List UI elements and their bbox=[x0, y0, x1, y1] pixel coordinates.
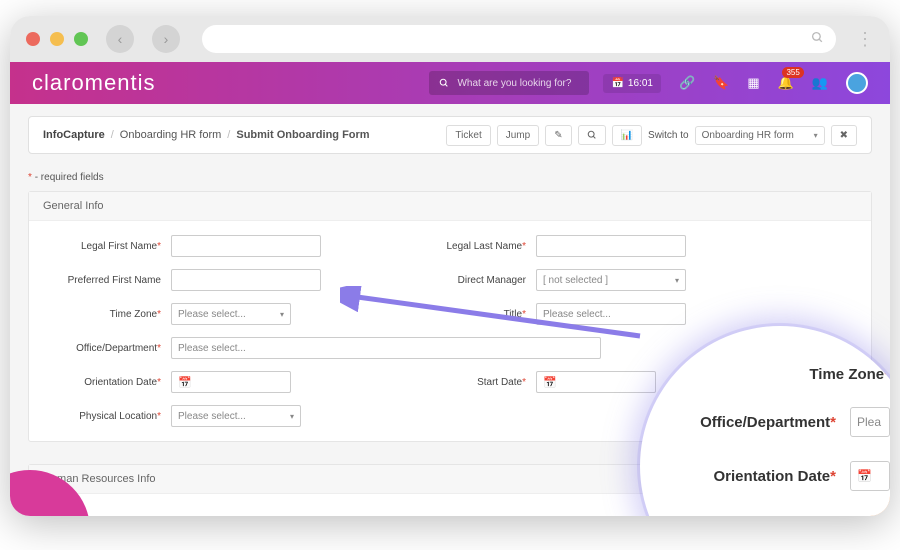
calendar-icon: 📅 bbox=[178, 376, 192, 389]
physical-select[interactable]: Please select...▾ bbox=[171, 405, 301, 427]
search-button[interactable] bbox=[578, 125, 606, 145]
breadcrumb-mid[interactable]: Onboarding HR form bbox=[120, 129, 222, 141]
edit-button[interactable]: ✎ bbox=[545, 125, 571, 146]
annotation-arrow bbox=[340, 286, 650, 346]
breadcrumb-root[interactable]: InfoCapture bbox=[43, 129, 105, 141]
pref-first-label: Preferred First Name bbox=[47, 275, 161, 286]
app-topbar: claromentis What are you looking for? 📅 … bbox=[10, 62, 890, 104]
settings-button[interactable]: ✖ bbox=[831, 125, 857, 146]
breadcrumb-leaf: Submit Onboarding Form bbox=[236, 129, 369, 141]
physical-label: Physical Location* bbox=[47, 411, 161, 422]
stats-button[interactable]: 📊 bbox=[612, 125, 642, 146]
start-date-input[interactable]: 📅 bbox=[536, 371, 656, 393]
time-zone-label: Time Zone* bbox=[47, 309, 161, 320]
avatar[interactable] bbox=[846, 72, 868, 94]
jump-button[interactable]: Jump bbox=[497, 125, 539, 146]
mag-physical-label: Physical Location* bbox=[670, 515, 890, 516]
mag-office-label: Office/Department* bbox=[670, 414, 836, 431]
required-note: * - required fields bbox=[28, 172, 872, 183]
search-placeholder: What are you looking for? bbox=[457, 78, 571, 89]
page-toolbar: InfoCapture / Onboarding HR form / Submi… bbox=[28, 116, 872, 154]
people-icon[interactable]: 👥 bbox=[812, 75, 828, 91]
notification-badge: 355 bbox=[782, 67, 803, 78]
legal-last-input[interactable] bbox=[536, 235, 686, 257]
legal-first-input[interactable] bbox=[171, 235, 321, 257]
url-bar[interactable] bbox=[202, 25, 836, 53]
switch-to-select[interactable]: Onboarding HR form▾ bbox=[695, 126, 825, 145]
legal-last-label: Legal Last Name* bbox=[412, 241, 526, 252]
orientation-label: Orientation Date* bbox=[47, 377, 161, 388]
browser-chrome: ‹ › ⋮ bbox=[10, 16, 890, 62]
forward-button[interactable]: › bbox=[152, 25, 180, 53]
mag-orientation-input: 📅 bbox=[850, 461, 890, 491]
breadcrumb: InfoCapture / Onboarding HR form / Submi… bbox=[43, 129, 370, 141]
minimize-window-icon[interactable] bbox=[50, 32, 64, 46]
brand-logo: claromentis bbox=[32, 70, 155, 96]
time-value: 16:01 bbox=[628, 78, 653, 89]
mag-office-input: Plea bbox=[850, 407, 890, 437]
browser-menu-icon[interactable]: ⋮ bbox=[856, 29, 874, 50]
bookmark-icon[interactable]: 🔖 bbox=[713, 75, 729, 91]
bell-icon[interactable]: 🔔355 bbox=[778, 75, 794, 91]
calendar-icon: 📅 bbox=[543, 376, 557, 389]
time-zone-select[interactable]: Please select...▾ bbox=[171, 303, 291, 325]
office-dept-label: Office/Department* bbox=[47, 343, 161, 354]
general-info-header: General Info bbox=[29, 192, 871, 221]
link-icon[interactable]: 🔗 bbox=[679, 75, 695, 91]
start-date-label: Start Date* bbox=[412, 377, 526, 388]
mag-timezone-label: Time Zone* bbox=[670, 366, 890, 383]
apps-icon[interactable]: ▦ bbox=[747, 75, 759, 91]
calendar-icon: 📅 bbox=[611, 78, 623, 89]
mag-orientation-label: Orientation Date* bbox=[670, 468, 836, 485]
switch-to-label: Switch to bbox=[648, 130, 689, 141]
search-icon bbox=[811, 31, 824, 47]
traffic-lights bbox=[26, 32, 88, 46]
clock[interactable]: 📅 16:01 bbox=[603, 74, 660, 93]
orientation-date-input[interactable]: 📅 bbox=[171, 371, 291, 393]
legal-first-label: Legal First Name* bbox=[47, 241, 161, 252]
direct-mgr-label: Direct Manager bbox=[412, 275, 526, 286]
ticket-input[interactable]: Ticket bbox=[446, 125, 490, 146]
close-window-icon[interactable] bbox=[26, 32, 40, 46]
pref-first-input[interactable] bbox=[171, 269, 321, 291]
search-icon bbox=[439, 78, 449, 88]
back-button[interactable]: ‹ bbox=[106, 25, 134, 53]
global-search[interactable]: What are you looking for? bbox=[429, 71, 589, 95]
maximize-window-icon[interactable] bbox=[74, 32, 88, 46]
